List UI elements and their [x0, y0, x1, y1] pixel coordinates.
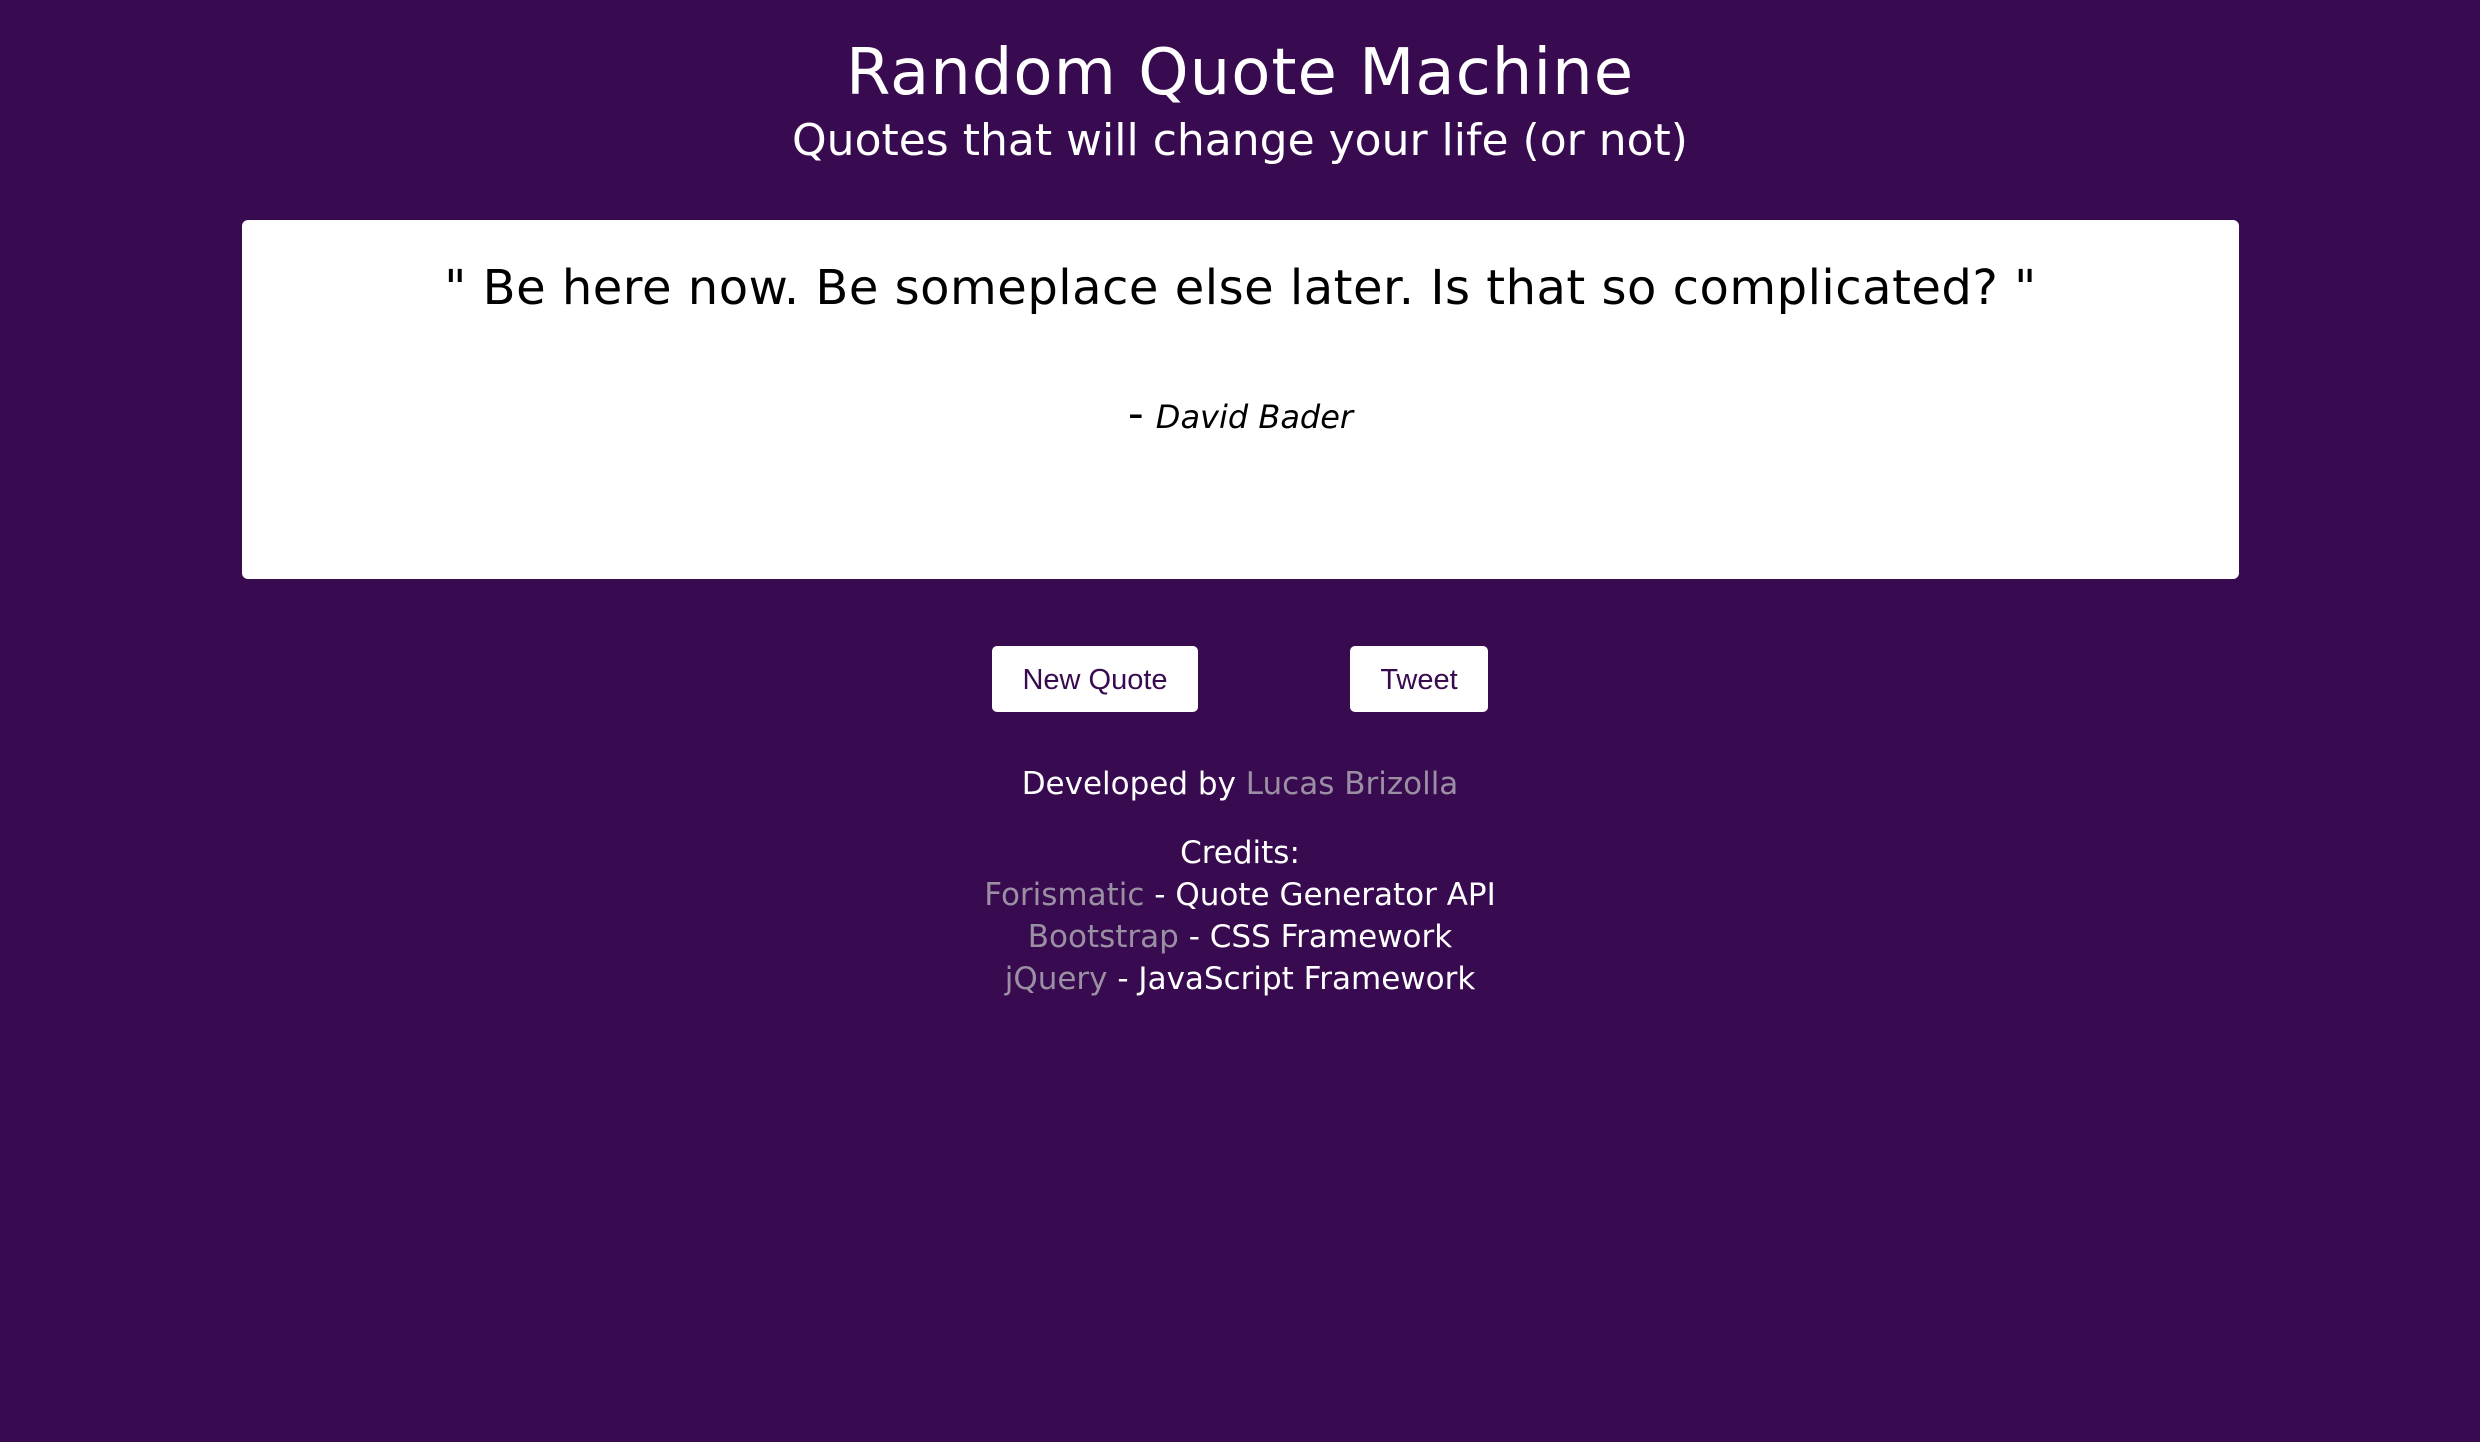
credit-item-jquery: jQuery - JavaScript Framework [0, 958, 2480, 1000]
button-row: New Quote Tweet [0, 646, 2480, 712]
footer: Developed by Lucas Brizolla Credits: For… [0, 762, 2480, 1000]
forismatic-link[interactable]: Forismatic [984, 877, 1144, 913]
credit-item-forismatic: Forismatic - Quote Generator API [0, 874, 2480, 916]
tweet-button[interactable]: Tweet [1350, 646, 1488, 712]
developed-by-label: Developed by [1021, 766, 1246, 802]
bootstrap-link[interactable]: Bootstrap [1028, 919, 1179, 955]
quote-card: " Be here now. Be someplace else later. … [242, 220, 2239, 579]
quote-author: David Bader [1155, 398, 1354, 436]
new-quote-button[interactable]: New Quote [992, 646, 1198, 712]
author-dash: - [1127, 388, 1144, 439]
credit-item-bootstrap: Bootstrap - CSS Framework [0, 916, 2480, 958]
developer-link[interactable]: Lucas Brizolla [1246, 766, 1459, 802]
page-title: Random Quote Machine [845, 36, 1635, 110]
quote-text: " Be here now. Be someplace else later. … [444, 260, 2037, 316]
page-subtitle: Quotes that will change your life (or no… [792, 115, 1688, 166]
credits-section: Credits: Forismatic - Quote Generator AP… [0, 832, 2480, 1000]
credit-description: - CSS Framework [1178, 919, 1453, 955]
quote-author-line: - David Bader [242, 392, 2239, 439]
developed-by-line: Developed by Lucas Brizolla [0, 762, 2480, 806]
page-header: Random Quote Machine Quotes that will ch… [0, 34, 2480, 170]
credit-description: - Quote Generator API [1144, 877, 1496, 913]
credit-description: - JavaScript Framework [1107, 961, 1476, 997]
credits-label: Credits: [1180, 835, 1300, 871]
jquery-link[interactable]: jQuery [1005, 961, 1108, 997]
